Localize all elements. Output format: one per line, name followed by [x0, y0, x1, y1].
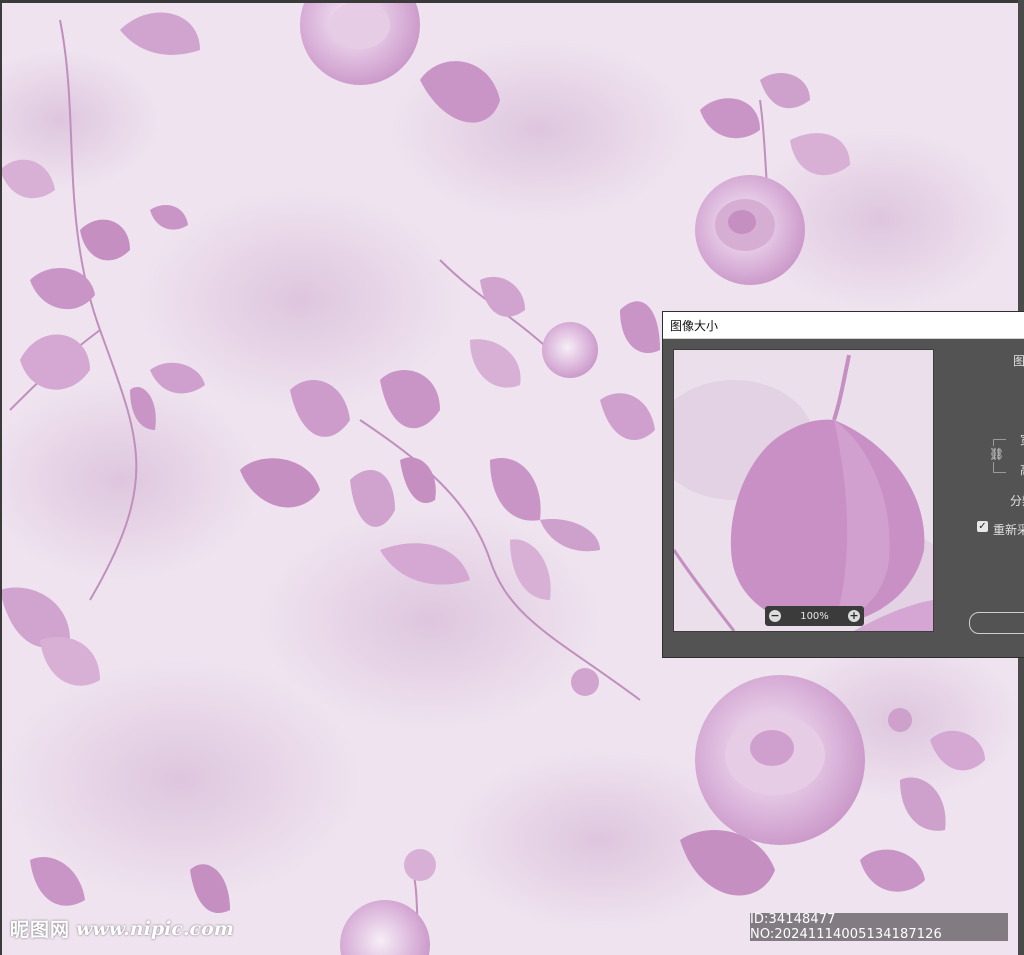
image-size-label: 图: [1013, 354, 1024, 368]
width-label: 宽: [1020, 431, 1024, 448]
height-label: 高: [1020, 461, 1024, 478]
chain-link-icon[interactable]: ⛓: [989, 446, 1004, 462]
zoom-control: − 100% +: [765, 606, 864, 626]
resample-checkbox[interactable]: ✓: [977, 521, 988, 532]
resample-label: 重新采: [993, 523, 1024, 537]
zoom-level: 100%: [800, 610, 829, 622]
dialog-titlebar[interactable]: 图像大小: [663, 312, 1024, 339]
resolution-label: 分辨: [1010, 494, 1024, 508]
watermark-logo: 昵图网: [10, 919, 71, 941]
image-size-dialog: 图像大小 − 100% + 图 ⛓ 宽 高 分辨 ✓ 重新采: [663, 312, 1024, 657]
preview-artwork: [674, 350, 933, 631]
canvas-left-edge: [0, 0, 2, 955]
dialog-title: 图像大小: [670, 319, 719, 333]
watermark-nipic: 昵图网 www.nipic.com: [10, 915, 234, 942]
plus-circle-icon[interactable]: +: [848, 610, 860, 622]
minus-circle-icon[interactable]: −: [769, 610, 781, 622]
ok-button[interactable]: [969, 612, 1024, 634]
image-preview[interactable]: − 100% +: [673, 349, 934, 632]
watermark-id: ID:34148477 NO:20241114005134187126: [750, 912, 1008, 942]
watermark-url: www.nipic.com: [76, 917, 234, 940]
canvas-top-edge: [0, 0, 1024, 3]
